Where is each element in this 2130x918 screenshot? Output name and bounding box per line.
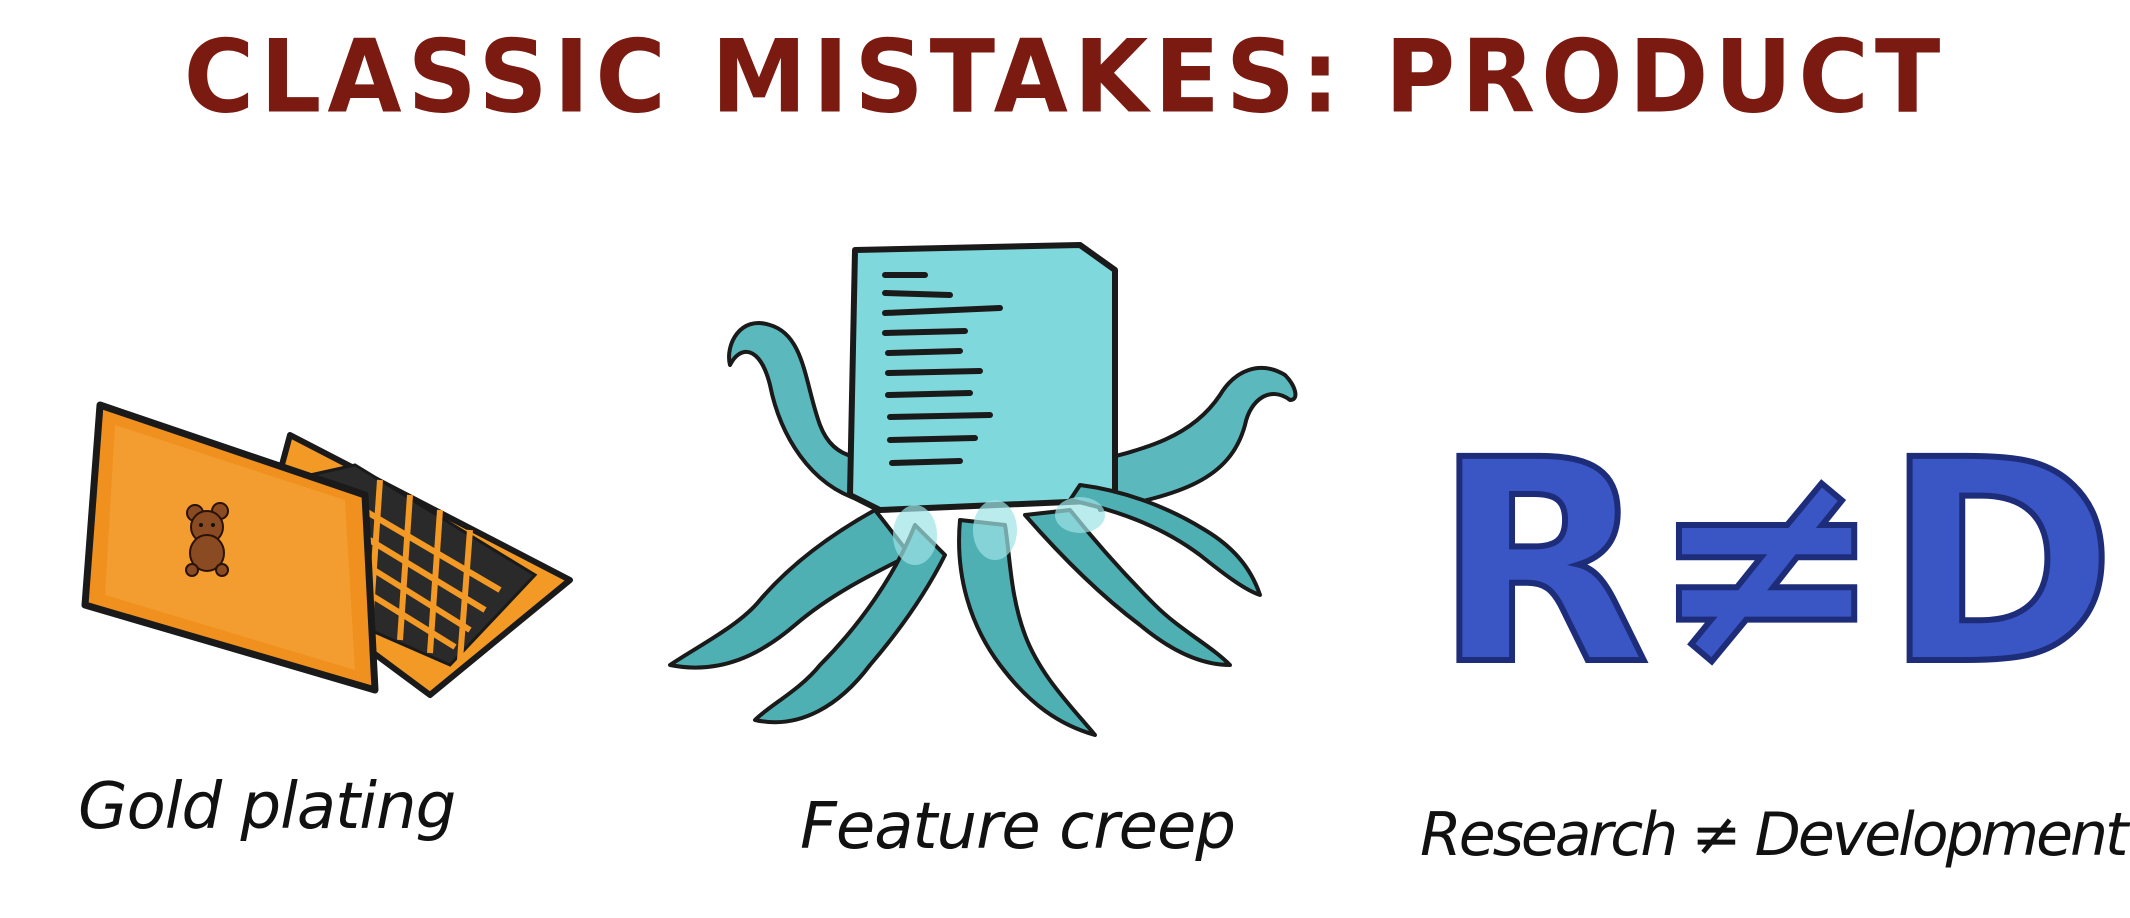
svg-text:R≠D: R≠D xyxy=(1434,401,2117,727)
caption-feature-creep: Feature creep xyxy=(800,790,1236,864)
slide-title: CLASSIC MISTAKES: PRODUCT xyxy=(183,18,1947,136)
laptop-with-teddy-bear-icon xyxy=(81,401,573,698)
caption-research-development: Research ≠ Development xyxy=(1420,800,2129,870)
document-octopus-icon xyxy=(668,242,1298,737)
caption-gold-plating: Gold plating xyxy=(78,770,456,844)
r-not-equal-d-icon: R≠D xyxy=(1431,398,2120,730)
